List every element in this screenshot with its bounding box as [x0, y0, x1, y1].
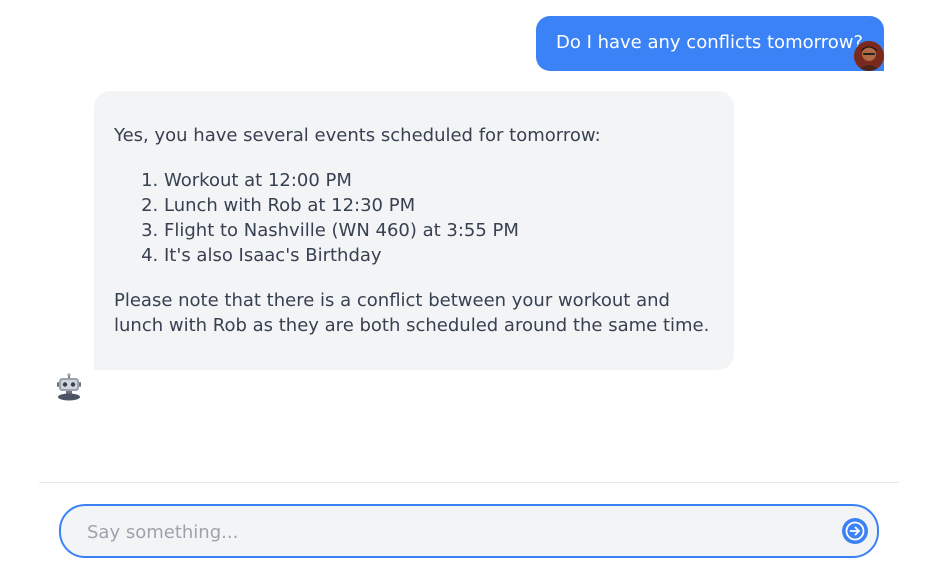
event-list: Workout at 12:00 PM Lunch with Rob at 12… [114, 168, 714, 268]
event-item: Flight to Nashville (WN 460) at 3:55 PM [164, 218, 714, 243]
message-composer [59, 504, 879, 558]
event-item: It's also Isaac's Birthday [164, 243, 714, 268]
bot-message-bubble: Yes, you have several events scheduled f… [94, 91, 734, 370]
message-input[interactable] [85, 506, 819, 558]
send-button[interactable] [841, 517, 869, 545]
user-message-row: Do I have any conflicts tomorrow? [535, 16, 884, 71]
bot-message-note: Please note that there is a conflict bet… [114, 290, 710, 336]
user-message-bubble: Do I have any conflicts tomorrow? [535, 16, 884, 71]
arrow-circle-right-icon [842, 518, 868, 544]
user-avatar [854, 41, 884, 71]
robot-icon [56, 373, 82, 401]
event-item: Lunch with Rob at 12:30 PM [164, 193, 714, 218]
event-item: Workout at 12:00 PM [164, 168, 714, 193]
composer-divider [39, 482, 899, 483]
bot-message-intro: Yes, you have several events scheduled f… [114, 125, 601, 146]
chat-window: Do I have any conflicts tomorrow? Yes, y… [0, 0, 938, 573]
